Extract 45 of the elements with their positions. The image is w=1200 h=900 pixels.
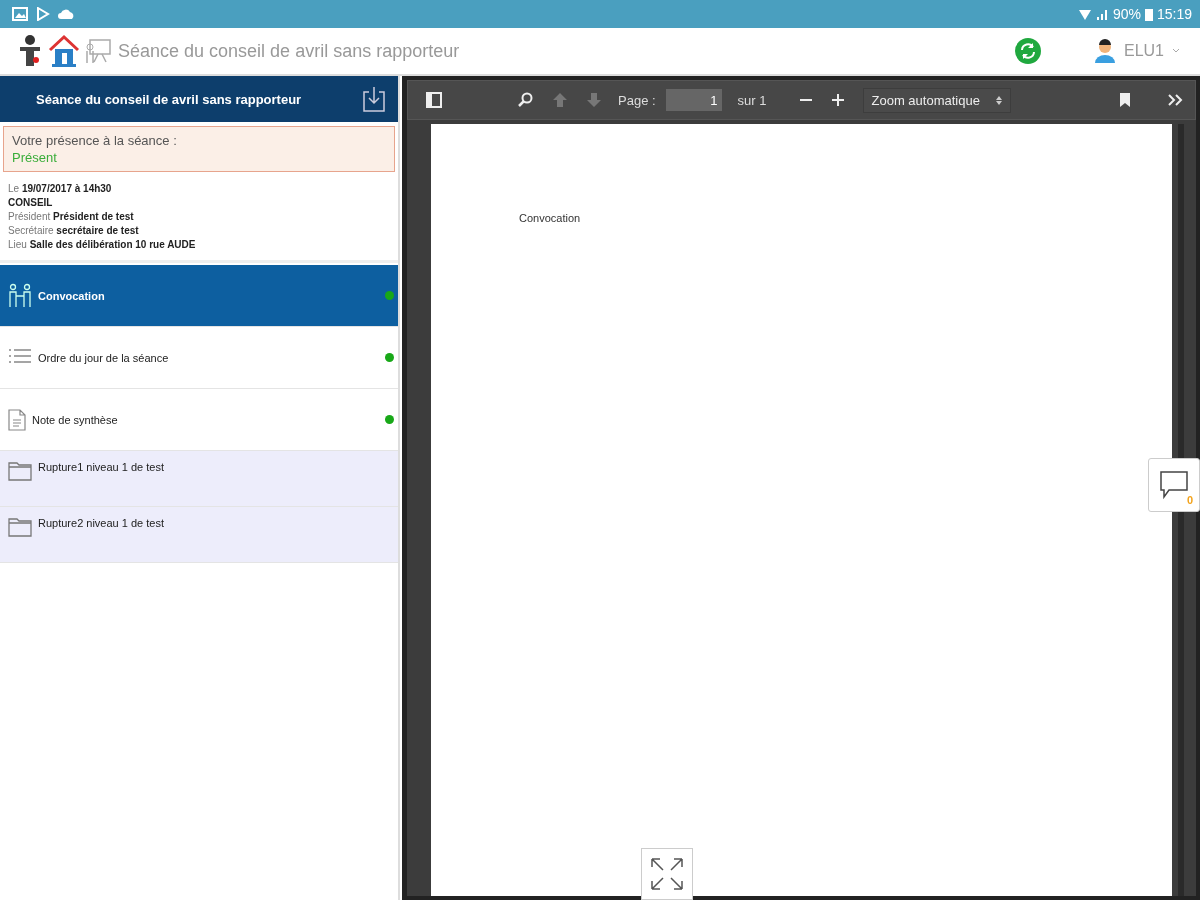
zoom-select[interactable]: Zoom automatique: [862, 87, 1011, 113]
search-icon[interactable]: [518, 92, 534, 108]
document-item[interactable]: Rupture1 niveau 1 de test: [0, 451, 398, 507]
session-title: Séance du conseil de avril sans rapporteur: [36, 91, 303, 107]
document-item[interactable]: Rupture2 niveau 1 de test: [0, 507, 398, 563]
clock: 15:19: [1156, 6, 1192, 22]
wifi-icon: [1078, 8, 1091, 20]
session-detail: Président Président de test: [8, 210, 135, 224]
user-icon: [1093, 39, 1116, 63]
more-tools-icon[interactable]: [1167, 93, 1183, 107]
document-text: Convocation: [519, 212, 581, 224]
battery-level: 90%: [1112, 6, 1141, 22]
fullscreen-button[interactable]: [641, 848, 693, 900]
page-number-field[interactable]: 1: [665, 89, 722, 111]
cloud-icon: [58, 7, 76, 21]
zoom-in-icon[interactable]: [830, 93, 845, 107]
play-icon: [36, 7, 50, 21]
presence-label: Votre présence à la séance :: [12, 133, 178, 148]
speech-bubble-icon: [1159, 470, 1189, 500]
page-title: Séance du conseil de avril sans rapporteur: [118, 40, 460, 62]
caret-icon: [1172, 48, 1180, 54]
presence-value: Présent: [12, 150, 58, 165]
page-total: sur 1: [737, 92, 767, 108]
session-detail: Le 19/07/2017 à 14h30: [8, 182, 113, 196]
signal-icon: [1094, 8, 1109, 20]
document-icon: [8, 408, 26, 431]
battery-icon: [1144, 7, 1153, 21]
comment-button[interactable]: [1148, 458, 1200, 512]
presentation-icon: [84, 37, 112, 65]
sidebar-toggle-icon[interactable]: [426, 92, 442, 108]
folder-icon: [8, 461, 32, 481]
expand-icon: [649, 856, 685, 892]
bookmark-icon[interactable]: [1119, 92, 1131, 108]
document-item[interactable]: Convocation: [0, 265, 398, 327]
folder-icon: [8, 517, 32, 537]
session-detail: Secrétaire secrétaire de test: [8, 224, 140, 238]
sync-icon[interactable]: [1013, 37, 1042, 65]
sort-arrows-icon: [995, 95, 1002, 105]
home-icon[interactable]: [48, 34, 80, 68]
gallery-icon: [12, 7, 28, 21]
session-detail: Lieu Salle des délibération 10 rue AUDE: [8, 238, 197, 252]
people-icon: [8, 282, 32, 309]
download-icon[interactable]: [362, 86, 386, 112]
page-label: Page :: [618, 92, 656, 108]
session-detail: CONSEIL: [8, 196, 54, 210]
